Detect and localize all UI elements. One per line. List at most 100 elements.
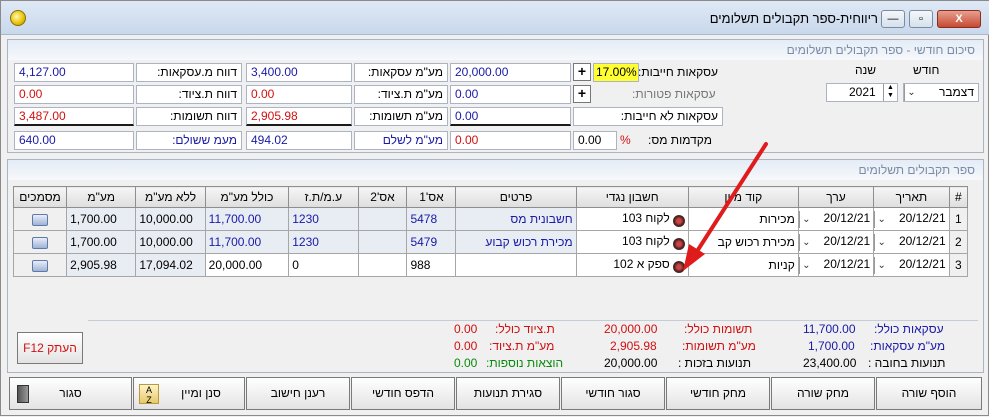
documents-cell[interactable] [12, 230, 68, 254]
account-cell[interactable]: ספק א 102 [575, 253, 689, 277]
minimize-button[interactable]: — [881, 10, 905, 28]
vat-pay-value: 494.02 [246, 131, 352, 150]
delete-month-button[interactable]: מחק חודשי [666, 377, 770, 410]
chevron-down-icon[interactable]: ⌄ [798, 233, 813, 251]
col-tax-id[interactable]: ע.מ/ת.ז [288, 186, 359, 208]
col-details[interactable]: פרטים [455, 186, 577, 208]
table-row[interactable]: 3 ⌄ 20/12/21 ⌄ 20/12/21 קניות ספק א 102 988 0 20,… [12, 253, 969, 277]
table-row[interactable]: 1 ⌄ 20/12/21 ⌄ 20/12/21 מכירות לקוח 103 חשבונית… [12, 207, 969, 231]
document-icon[interactable] [32, 213, 49, 226]
vat-equip-value: 0.00 [246, 85, 352, 104]
print-month-button[interactable]: הדפס חודשי [351, 377, 455, 410]
col-account[interactable]: חשבון נגדי [575, 186, 689, 208]
details-cell[interactable]: חשבונית מס [455, 207, 577, 231]
lookup-gear-icon[interactable] [672, 261, 685, 273]
documents-cell[interactable] [12, 207, 68, 231]
vat-inputs-label: מע"מ תשומות: [354, 107, 448, 126]
chevron-down-icon[interactable]: ⌄ [798, 210, 813, 228]
details-cell[interactable]: מכירת רכוש קבוע [455, 230, 577, 254]
taxable-plus-button[interactable]: + [573, 63, 591, 81]
exempt-label: עסקאות פטורות: [632, 87, 716, 101]
sort-code-cell[interactable]: מכירות [687, 207, 799, 231]
value-date-cell[interactable]: ⌄ 20/12/21 [797, 253, 875, 277]
restore-button[interactable]: ▫ [909, 10, 933, 28]
sort-code-cell[interactable]: מכירת רכוש קב [687, 230, 799, 254]
tax-id-cell[interactable]: 1230 [288, 230, 359, 254]
total-cell[interactable]: 11,700.00 [204, 230, 290, 254]
vat-rate-field[interactable]: 17.00% [593, 63, 639, 82]
value-date-cell[interactable]: ⌄ 20/12/21 [797, 230, 875, 254]
lookup-gear-icon[interactable] [672, 215, 685, 227]
ref2-cell[interactable] [357, 253, 408, 277]
ref1-cell[interactable]: 988 [406, 253, 457, 277]
row-number[interactable]: 3 [948, 253, 969, 277]
add-row-button[interactable]: הוסף שורה [876, 377, 982, 410]
total-cell[interactable]: 20,000.00 [204, 253, 290, 277]
advance-pct-label: % [620, 133, 631, 147]
tax-id-cell[interactable]: 0 [288, 253, 359, 277]
col-ref1[interactable]: אס'1 [406, 186, 457, 208]
report-equip-value: 0.00 [14, 85, 134, 104]
vat-cell: 1,700.00 [66, 230, 137, 254]
sum-credit-label: תנועות בזכות : [678, 356, 751, 370]
exempt-value: 0.00 [450, 85, 571, 104]
col-sort-code[interactable]: קוד מיון [687, 186, 799, 208]
ref2-cell[interactable] [357, 230, 408, 254]
vat-inputs-value: 2,905.98 [246, 107, 352, 126]
ref1-cell[interactable]: 5478 [406, 207, 457, 231]
col-ref2[interactable]: אס'2 [357, 186, 408, 208]
col-documents[interactable]: מסמכים [12, 186, 68, 208]
net-cell: 10,000.00 [135, 230, 206, 254]
document-icon[interactable] [32, 236, 49, 249]
col-num[interactable]: # [948, 186, 969, 208]
recalc-button[interactable]: רענן חישוב [246, 377, 350, 410]
chevron-down-icon[interactable]: ⌄ [874, 210, 888, 228]
ref2-cell[interactable] [357, 207, 408, 231]
year-stepper[interactable]: 2021 ▲ ▼ [826, 83, 898, 102]
details-cell[interactable] [455, 253, 577, 277]
copy-f12-button[interactable]: העתק F12 [17, 332, 83, 364]
close-button[interactable]: סגור [9, 377, 132, 410]
ref1-cell[interactable]: 5479 [406, 230, 457, 254]
exempt-plus-button[interactable]: + [573, 85, 591, 103]
col-value-date[interactable]: ערך [797, 186, 875, 208]
col-date[interactable]: תאריך [873, 186, 950, 208]
filter-sort-button[interactable]: סנן ומיין AZ [133, 377, 245, 410]
close-moves-button[interactable]: סגירת תנועות [456, 377, 560, 410]
col-vat[interactable]: מע"מ [66, 186, 137, 208]
vat-deals-label: מע"מ עסקאות: [354, 63, 448, 82]
sort-code-cell[interactable]: קניות [687, 253, 799, 277]
lookup-gear-icon[interactable] [672, 238, 685, 250]
row-number[interactable]: 2 [948, 230, 969, 254]
book-panel: ספר תקבולים תשלומים # תאריך ערך קוד מיון… [7, 159, 984, 373]
month-label: חודש [913, 63, 940, 77]
col-net[interactable]: ללא מע"מ [135, 186, 206, 208]
close-window-button[interactable]: X [937, 10, 981, 28]
month-select[interactable]: ⌄ דצמבר [903, 83, 979, 102]
vat-equip-label: מע"מ ת.ציוד: [354, 85, 448, 104]
close-month-button[interactable]: סגור חודשי [561, 377, 665, 410]
paid-label: מעמ ששולם: [136, 131, 242, 150]
advance-rate-field[interactable]: 0.00 [573, 131, 617, 150]
monthly-summary-header: סיכום חודשי - ספר תקבולים תשלומים [8, 40, 983, 60]
tax-id-cell[interactable]: 1230 [288, 207, 359, 231]
date-cell[interactable]: ⌄ 20/12/21 [873, 253, 950, 277]
chevron-down-icon[interactable]: ⌄ [874, 256, 888, 274]
spin-arrows-icon[interactable]: ▲ ▼ [883, 84, 897, 101]
chevron-down-icon[interactable]: ⌄ [798, 256, 813, 274]
value-date-cell[interactable]: ⌄ 20/12/21 [797, 207, 875, 231]
delete-row-button[interactable]: מחק שורה [771, 377, 875, 410]
account-cell[interactable]: לקוח 103 [575, 230, 689, 254]
chevron-down-icon[interactable]: ⌄ [874, 233, 888, 251]
total-cell[interactable]: 11,700.00 [204, 207, 290, 231]
table-header-row: # תאריך ערך קוד מיון חשבון נגדי פרטים אס… [12, 186, 969, 208]
documents-cell[interactable] [12, 253, 68, 277]
row-number[interactable]: 1 [948, 207, 969, 231]
sum-debit-label: תנועות בחובה : [868, 356, 946, 370]
col-total[interactable]: כולל מע"מ [204, 186, 290, 208]
date-cell[interactable]: ⌄ 20/12/21 [873, 230, 950, 254]
date-cell[interactable]: ⌄ 20/12/21 [873, 207, 950, 231]
account-cell[interactable]: לקוח 103 [575, 207, 689, 231]
document-icon[interactable] [32, 259, 49, 272]
table-row[interactable]: 2 ⌄ 20/12/21 ⌄ 20/12/21 מכירת רכוש קב לקוח 103… [12, 230, 969, 254]
